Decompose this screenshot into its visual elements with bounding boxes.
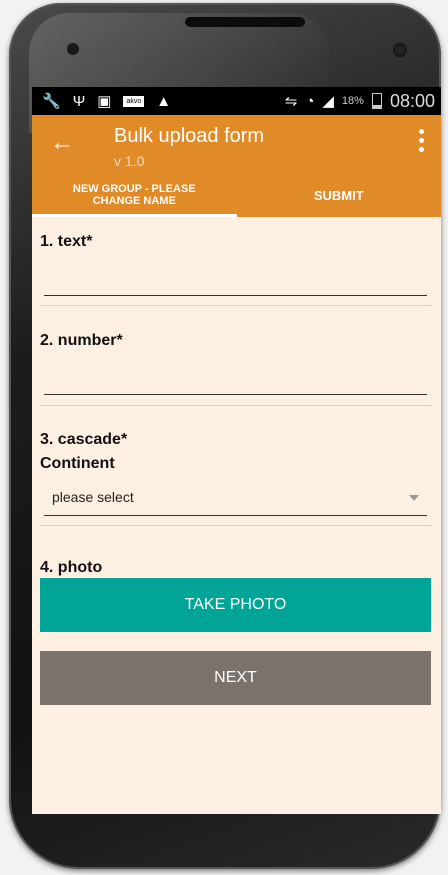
question-label: 2. number*: [40, 332, 123, 349]
back-arrow-icon[interactable]: ←: [50, 131, 74, 155]
usb-icon: Ψ: [72, 92, 86, 110]
cascade-level-label: Continent: [40, 455, 115, 472]
divider: [40, 305, 431, 306]
tab-new-group[interactable]: NEW GROUP - PLEASE CHANGE NAME: [32, 173, 237, 217]
take-photo-button[interactable]: TAKE PHOTO: [40, 578, 431, 632]
select-underline: [44, 515, 427, 516]
tab-bar: NEW GROUP - PLEASE CHANGE NAME SUBMIT: [32, 173, 441, 217]
text-input[interactable]: [44, 295, 427, 296]
battery-icon: [371, 93, 382, 109]
question-label: 3. cascade*: [40, 431, 128, 448]
number-input[interactable]: [44, 394, 427, 395]
sensor-dot: [67, 43, 79, 55]
battery-fill: [372, 105, 381, 108]
warning-icon: ▲: [156, 92, 172, 110]
question-cascade: 3. cascade* Continent please select: [32, 405, 441, 535]
battery-percent: 18%: [341, 95, 364, 107]
overflow-menu-icon[interactable]: [419, 129, 425, 152]
question-label: 4. photo: [40, 559, 103, 576]
front-camera: [393, 43, 407, 57]
app-subtitle: v 1.0: [114, 153, 145, 169]
vibrate-icon: ⇋: [284, 92, 298, 110]
screen: 🔧 Ψ ▣ akvo ▲ ⇋ ◔ ◢ 18% 08:00 ← Bulk uplo…: [32, 87, 441, 814]
image-icon: ▣: [97, 92, 112, 110]
clock: 08:00: [389, 90, 435, 111]
status-bar: 🔧 Ψ ▣ akvo ▲ ⇋ ◔ ◢ 18% 08:00: [32, 87, 441, 115]
question-number: 2. number*: [32, 312, 441, 406]
tab-submit[interactable]: SUBMIT: [237, 173, 442, 217]
app-bar: ← Bulk upload form v 1.0: [32, 115, 441, 173]
form-content: 1. text* 2. number* 3. cascade* Continen…: [32, 217, 441, 735]
question-text: 1. text*: [32, 217, 441, 312]
app-title: Bulk upload form: [114, 125, 265, 147]
next-button[interactable]: NEXT: [40, 651, 431, 705]
earpiece-speaker: [185, 17, 305, 27]
continent-select-value[interactable]: please select: [52, 489, 134, 505]
signal-icon: ◢: [322, 92, 334, 110]
wifi-icon: ◔: [305, 92, 315, 110]
divider: [40, 525, 431, 526]
question-label: 1. text*: [40, 233, 93, 250]
akvo-icon: akvo: [123, 95, 145, 107]
dropdown-caret-icon[interactable]: [409, 495, 419, 501]
question-photo: 4. photo TAKE PHOTO NEXT: [32, 535, 441, 735]
wrench-icon: 🔧: [42, 92, 61, 110]
